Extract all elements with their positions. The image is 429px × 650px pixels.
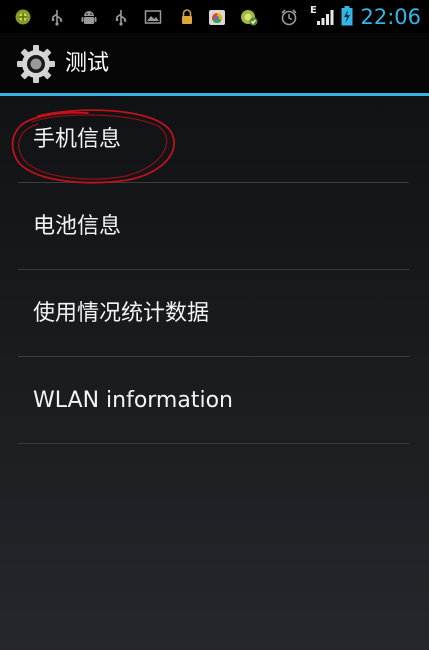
store-icon xyxy=(208,8,226,26)
action-bar: 测试 xyxy=(0,33,429,93)
page-title: 测试 xyxy=(65,51,110,76)
list-item-phone-info[interactable]: 手机信息 xyxy=(0,96,429,183)
alarm-icon xyxy=(280,8,298,26)
settings-list: 手机信息 电池信息 使用情况统计数据 WLAN information xyxy=(0,96,429,444)
sync-icon xyxy=(240,8,258,26)
lock-icon xyxy=(178,8,196,26)
list-item-label: WLAN information xyxy=(33,388,233,413)
image-icon xyxy=(144,8,162,26)
android-debug-icon xyxy=(80,8,98,26)
list-item-label: 手机信息 xyxy=(33,127,122,152)
usb-icon xyxy=(48,8,66,26)
battery-charging-icon xyxy=(341,6,353,26)
list-item-usage-stats[interactable]: 使用情况统计数据 xyxy=(0,270,429,357)
signal-icon: E xyxy=(310,5,336,26)
status-bar: E 22:06 xyxy=(0,0,429,33)
list-divider xyxy=(18,443,409,444)
usb-icon xyxy=(112,8,130,26)
list-item-label: 电池信息 xyxy=(33,214,122,239)
list-item-wlan-info[interactable]: WLAN information xyxy=(0,357,429,444)
status-time: 22:06 xyxy=(360,5,421,29)
list-item-label: 使用情况统计数据 xyxy=(33,301,210,326)
settings-gear-icon[interactable] xyxy=(15,43,57,85)
list-item-battery-info[interactable]: 电池信息 xyxy=(0,183,429,270)
notification-icon xyxy=(14,8,32,26)
